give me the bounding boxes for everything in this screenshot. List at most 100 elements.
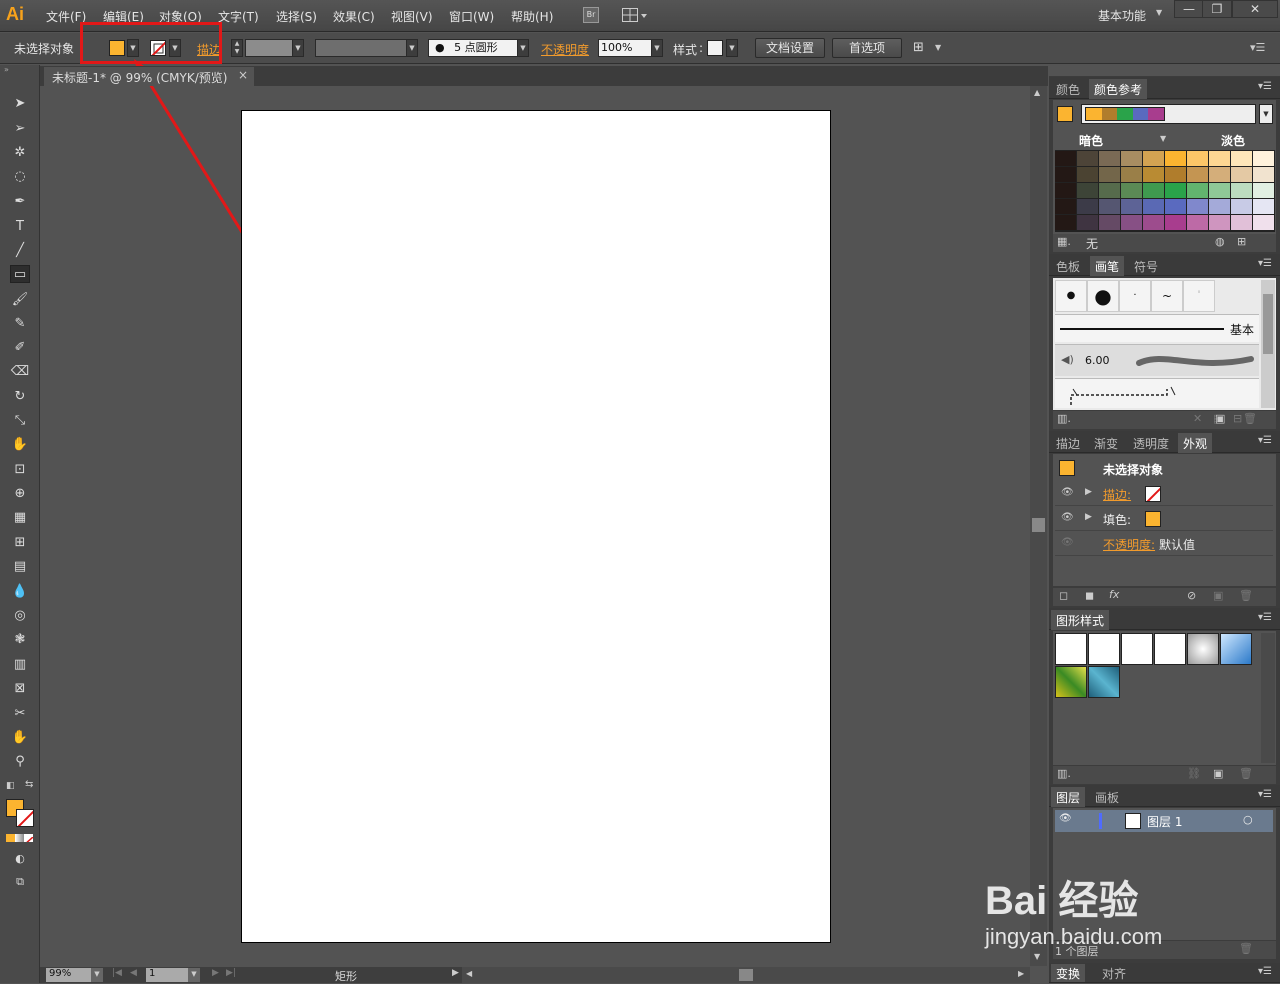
brushes-scrollbar[interactable] [1261, 280, 1275, 408]
scale-tool-icon[interactable]: ⤡ [10, 412, 30, 430]
menu-effect[interactable]: 效果(C) [333, 8, 375, 25]
color-variation-cell[interactable] [1165, 199, 1186, 214]
paintbrush-tool-icon[interactable]: 🖌 [10, 291, 30, 309]
free-transform-tool-icon[interactable]: ⊡ [10, 461, 30, 479]
first-artboard-icon[interactable]: |◀ [112, 968, 122, 978]
appearance-opacity-label[interactable]: 不透明度: [1103, 536, 1155, 553]
color-variation-cell[interactable] [1187, 167, 1208, 182]
harmony-dropdown[interactable]: ▼ [1259, 104, 1273, 124]
none-mode-icon[interactable] [24, 834, 33, 842]
add-new-stroke-icon[interactable]: ◻ [1059, 589, 1068, 602]
tab-layers[interactable]: 图层 [1051, 787, 1086, 807]
new-style-icon[interactable]: ▣ [1213, 767, 1223, 780]
color-variations-grid[interactable] [1055, 150, 1275, 232]
artboard-number[interactable]: 1 [146, 968, 188, 982]
scroll-left-icon[interactable]: ◀ [466, 969, 472, 978]
graphic-styles-scrollbar[interactable] [1261, 633, 1275, 763]
artboard-tool-icon[interactable]: ⊠ [10, 680, 30, 698]
menu-type[interactable]: 文字(T) [218, 8, 259, 25]
color-variation-cell[interactable] [1077, 199, 1098, 214]
horizontal-scroll-thumb[interactable] [739, 969, 753, 981]
color-variation-cell[interactable] [1253, 151, 1274, 166]
color-variation-cell[interactable] [1121, 215, 1142, 230]
color-variation-cell[interactable] [1143, 167, 1164, 182]
close-tab-icon[interactable]: × [238, 68, 248, 82]
direct-selection-tool-icon[interactable]: ➢ [10, 120, 30, 138]
delete-brush-icon[interactable]: 🗑 [1243, 412, 1257, 425]
draw-mode-icon[interactable]: ◐ [10, 850, 30, 868]
color-variation-cell[interactable] [1077, 215, 1098, 230]
color-variation-cell[interactable] [1099, 215, 1120, 230]
color-mode-icon[interactable] [6, 834, 15, 842]
graphic-styles-menu-icon[interactable]: ▾☰ [1258, 612, 1272, 623]
layer-name[interactable]: 图层 1 [1147, 813, 1182, 830]
toolbar-grip[interactable]: » [4, 66, 36, 75]
color-variation-cell[interactable] [1143, 199, 1164, 214]
brush-dropdown[interactable]: ▼ [517, 39, 529, 57]
opacity-label[interactable]: 不透明度 [541, 41, 589, 58]
perspective-grid-tool-icon[interactable]: ▦ [10, 509, 30, 527]
color-variation-cell[interactable] [1099, 183, 1120, 198]
brush-large-dot[interactable]: ● [1087, 280, 1119, 312]
preferences-button[interactable]: 首选项 [832, 38, 902, 58]
style-blue-bevel[interactable] [1220, 633, 1252, 665]
minimize-button[interactable]: — [1174, 0, 1204, 18]
line-tool-icon[interactable]: ╱ [10, 242, 30, 260]
variable-width-profile[interactable] [315, 39, 407, 57]
tab-gradient[interactable]: 渐变 [1089, 433, 1123, 453]
color-variation-cell[interactable] [1209, 215, 1230, 230]
duplicate-item-icon[interactable]: ▣ [1213, 589, 1223, 602]
color-variation-cell[interactable] [1187, 199, 1208, 214]
last-artboard-icon[interactable]: ▶| [226, 968, 236, 978]
layers-panel-menu-icon[interactable]: ▾☰ [1258, 789, 1272, 800]
tab-swatches[interactable]: 色板 [1051, 256, 1085, 276]
stroke-weight-dropdown[interactable]: ▼ [292, 39, 304, 57]
menu-select[interactable]: 选择(S) [276, 8, 317, 25]
arrange-documents-icon[interactable] [622, 8, 648, 23]
color-variation-cell[interactable] [1209, 167, 1230, 182]
style-default-cmyk[interactable] [1088, 633, 1120, 665]
layer-target-icon[interactable]: ○ [1243, 813, 1253, 826]
brush-panel-menu-icon[interactable]: ▾☰ [1258, 258, 1272, 269]
add-effect-icon[interactable]: fx [1109, 588, 1119, 601]
color-variation-cell[interactable] [1143, 215, 1164, 230]
color-variation-cell[interactable] [1253, 199, 1274, 214]
delete-item-icon[interactable]: 🗑 [1239, 589, 1253, 602]
color-variation-cell[interactable] [1187, 215, 1208, 230]
gradient-mode-icon[interactable] [15, 834, 24, 842]
prev-artboard-icon[interactable]: ◀ [130, 968, 137, 978]
artboard[interactable] [241, 110, 831, 943]
appearance-opacity-row[interactable]: 👁 不透明度: 默认值 [1055, 532, 1273, 556]
appearance-stroke-label[interactable]: 描边: [1103, 486, 1131, 503]
rotate-tool-icon[interactable]: ↻ [10, 388, 30, 406]
edit-colors-icon[interactable]: ◍ [1215, 235, 1225, 248]
control-panel-menu-icon[interactable]: ▾☰ [1250, 41, 1265, 54]
selection-tool-icon[interactable]: ➤ [10, 95, 30, 113]
status-menu-icon[interactable]: ▶ [452, 968, 459, 978]
new-brush-icon[interactable]: ▣ [1215, 412, 1225, 425]
style-green-texture[interactable] [1055, 666, 1087, 698]
workspace-switcher[interactable]: 基本功能 [1098, 7, 1146, 24]
expand-arrow-icon[interactable]: ▶ [1085, 512, 1092, 522]
brush-basic-row[interactable]: 基本 [1055, 314, 1259, 342]
stroke-color-box[interactable] [16, 809, 34, 827]
brush-definition[interactable]: ● 5 点圆形 [428, 39, 518, 57]
add-new-fill-icon[interactable]: ◼ [1085, 589, 1094, 602]
opacity-input[interactable]: 100% [598, 39, 652, 57]
style-default[interactable] [1055, 633, 1087, 665]
appearance-panel-menu-icon[interactable]: ▾☰ [1258, 435, 1272, 446]
slice-tool-icon[interactable]: ✂ [10, 705, 30, 723]
harmony-color-3[interactable] [1132, 108, 1149, 120]
break-link-icon[interactable]: ⛓ [1187, 767, 1201, 780]
layer-row[interactable]: 👁 图层 1 ○ [1055, 810, 1273, 832]
delete-layer-icon[interactable]: 🗑 [1239, 942, 1253, 955]
color-variation-cell[interactable] [1253, 215, 1274, 230]
color-variation-cell[interactable] [1231, 199, 1252, 214]
appearance-stroke-swatch[interactable] [1145, 486, 1161, 502]
color-variation-cell[interactable] [1143, 151, 1164, 166]
color-variation-cell[interactable] [1055, 183, 1076, 198]
harmony-color-2[interactable] [1117, 108, 1133, 120]
tab-align[interactable]: 对齐 [1097, 964, 1131, 982]
horizontal-scrollbar[interactable]: ◀ ▶ [462, 967, 1030, 983]
color-variation-cell[interactable] [1055, 215, 1076, 230]
